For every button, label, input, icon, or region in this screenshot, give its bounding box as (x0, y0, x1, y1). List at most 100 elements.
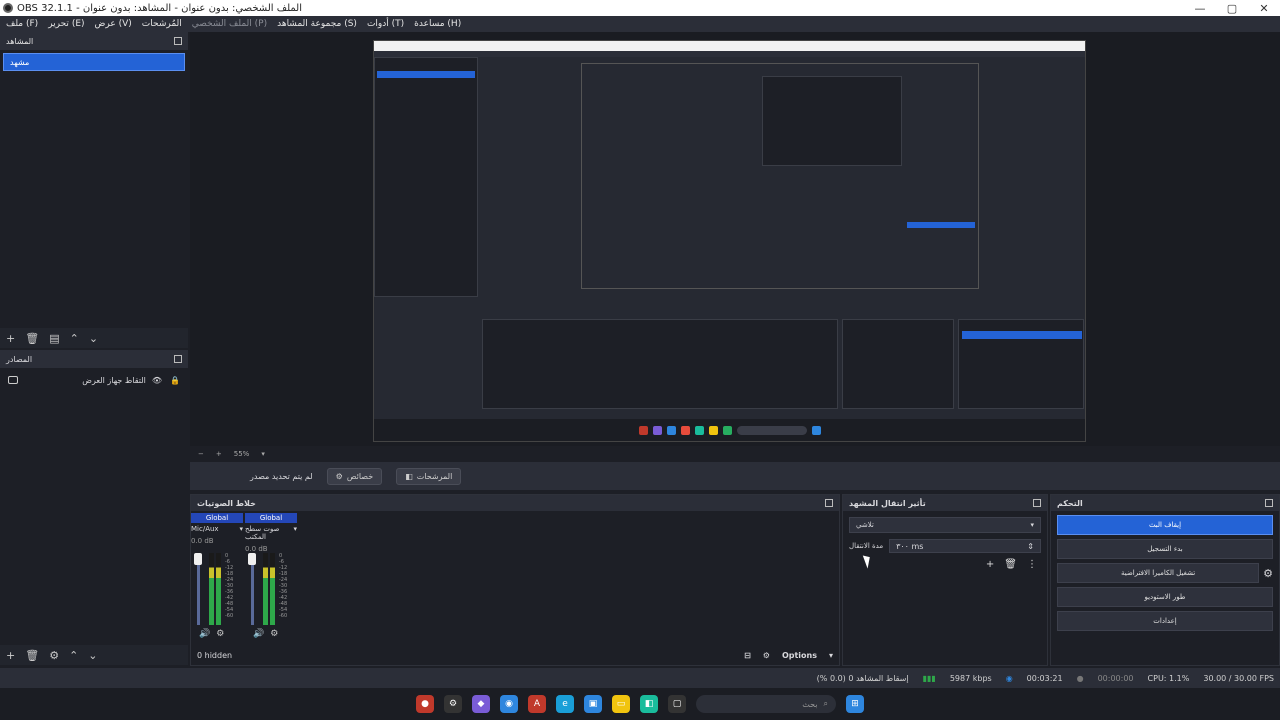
volume-fader[interactable] (251, 555, 254, 625)
menu-bar: ملف (F) تحرير (E) عرض (V) المُرشحات المل… (0, 16, 1280, 32)
channel-settings-icon[interactable]: ⚙ (270, 629, 278, 639)
scene-filters-icon[interactable]: ▤ (49, 332, 59, 345)
layout-icon[interactable]: ⊟ (744, 651, 751, 660)
nested-stop-button (962, 331, 1082, 339)
zoom-level[interactable]: 55% (234, 450, 250, 458)
scale-tick: -60 (225, 613, 234, 619)
lock-icon[interactable]: 🔒 (170, 376, 180, 385)
speaker-icon[interactable]: 🔊 (253, 629, 264, 639)
zoom-in-icon[interactable]: + (216, 450, 222, 458)
file-explorer-icon[interactable]: ▭ (612, 695, 630, 713)
maximize-button[interactable]: ▢ (1216, 2, 1248, 15)
taskbar-search[interactable]: بحث ⌕ (696, 695, 836, 713)
store-icon[interactable]: ▣ (584, 695, 602, 713)
stop-streaming-button[interactable]: إيقاف البث (1057, 515, 1273, 535)
dock-float-icon[interactable] (1033, 499, 1041, 507)
zoom-out-icon[interactable]: − (198, 450, 204, 458)
chevron-down-icon[interactable]: ▾ (293, 525, 297, 541)
options-button[interactable]: Options (782, 651, 817, 660)
dock-float-icon[interactable] (174, 37, 182, 45)
transition-select[interactable]: تلاشي ▾ (849, 517, 1041, 533)
add-transition-icon[interactable]: + (986, 559, 994, 570)
acrobat-icon[interactable]: A (528, 695, 546, 713)
dock-float-icon[interactable] (825, 499, 833, 507)
channel-settings-icon[interactable]: ⚙ (216, 629, 224, 639)
search-icon: ⌕ (823, 699, 828, 708)
discord-icon[interactable]: ◆ (472, 695, 490, 713)
preview-canvas[interactable] (373, 40, 1086, 442)
menu-help[interactable]: مساعدة (H) (414, 19, 461, 29)
speaker-icon[interactable]: 🔊 (199, 629, 210, 639)
move-up-icon[interactable]: ⌃ (70, 332, 79, 345)
virtualcam-row: تشغيل الكاميرا الافتراضية ⚙ (1057, 563, 1273, 583)
window-titlebar: OBS 32.1.1 - الملف الشخصي: بدون عنوان - … (0, 0, 1280, 16)
chat-app-icon[interactable]: ◧ (640, 695, 658, 713)
move-down-icon[interactable]: ⌄ (89, 332, 98, 345)
menu-view[interactable]: عرض (V) (95, 19, 132, 29)
chevron-down-icon[interactable]: ▾ (239, 525, 243, 533)
nested-preview (581, 63, 979, 289)
duration-input[interactable]: ٣٠٠ ms ⇕ (889, 539, 1041, 553)
edge-icon[interactable]: ◉ (500, 695, 518, 713)
controls-dock: التحكم إيقاف البث بدء التسجيل تشغيل الكا… (1050, 494, 1280, 666)
remove-source-icon[interactable]: 🗑 (25, 649, 39, 662)
add-source-icon[interactable]: + (6, 649, 15, 662)
source-item[interactable]: التقاط جهاز العرض 👁 🔒 (0, 372, 188, 388)
menu-scene-collection[interactable]: مجموعة المشاهد (S) (277, 19, 357, 29)
channel-tag: Global (245, 513, 297, 523)
source-name: التقاط جهاز العرض (82, 375, 146, 385)
duration-value: ٣٠٠ ms (896, 542, 924, 551)
add-scene-icon[interactable]: + (6, 332, 15, 345)
remove-scene-icon[interactable]: 🗑 (25, 332, 39, 345)
mixer-footer: 0 hidden ⊟ ⚙ Options ▾ (191, 645, 839, 665)
chevron-down-icon: ▾ (1030, 521, 1034, 529)
menu-edit[interactable]: تحرير (E) (48, 19, 84, 29)
channel-name-row: Mic/Aux ▾ (191, 525, 243, 533)
window-title: OBS 32.1.1 - الملف الشخصي: بدون عنوان - … (17, 2, 302, 14)
menu-tools[interactable]: أدوات (T) (367, 19, 404, 29)
signal-icon: ▮▮▮ (922, 673, 936, 683)
settings-button[interactable]: إعدادات (1057, 611, 1273, 631)
volume-fader[interactable] (197, 555, 200, 625)
gear-icon: ⚙ (335, 471, 343, 481)
filter-icon: ◧ (405, 471, 413, 481)
remove-transition-icon[interactable]: 🗑 (1004, 559, 1017, 570)
channel-name-row: صوت سطح المكتب ▾ (245, 525, 297, 541)
filters-button[interactable]: ◧ المرشحات (396, 467, 462, 485)
fader-knob[interactable] (194, 553, 202, 565)
studio-mode-button[interactable]: طور الاستوديو (1057, 587, 1273, 607)
mixer-header: خلاط الصوتيات (191, 495, 839, 511)
menu-profile[interactable]: الملف الشخصي (P) (192, 19, 267, 29)
browser-icon[interactable]: e (556, 695, 574, 713)
obs-app-icon[interactable]: ● (416, 695, 434, 713)
start-virtualcam-button[interactable]: تشغيل الكاميرا الافتراضية (1057, 563, 1260, 583)
move-down-icon[interactable]: ⌄ (88, 649, 97, 662)
properties-button[interactable]: ⚙ خصائص (326, 467, 383, 485)
chevron-down-icon[interactable]: ▾ (829, 651, 833, 660)
minimize-button[interactable]: — (1184, 2, 1216, 15)
dock-float-icon[interactable] (1265, 499, 1273, 507)
move-up-icon[interactable]: ⌃ (69, 649, 78, 662)
zoom-dropdown-icon[interactable]: ▾ (261, 450, 265, 458)
mixer-channel: Global صوت سطح المكتب ▾ 0.0 dB 0 -6 -12 … (245, 513, 297, 643)
gear-icon[interactable]: ⚙ (1263, 567, 1273, 580)
visibility-eye-icon[interactable]: 👁 (152, 376, 162, 385)
advanced-audio-icon[interactable]: ⚙ (763, 651, 770, 660)
source-properties-icon[interactable]: ⚙ (49, 649, 59, 662)
more-options-icon[interactable]: ⋮ (1027, 559, 1037, 570)
menu-file[interactable]: ملف (F) (6, 19, 38, 29)
close-button[interactable]: ✕ (1248, 2, 1280, 15)
scene-item[interactable]: مشهد (3, 53, 185, 71)
spin-arrows-icon[interactable]: ⇕ (1027, 542, 1034, 551)
hidden-count[interactable]: 0 hidden (197, 651, 232, 660)
dock-float-icon[interactable] (174, 355, 182, 363)
fader-knob[interactable] (248, 553, 256, 565)
menu-filters[interactable]: المُرشحات (142, 19, 182, 29)
taskview-icon[interactable]: ▢ (668, 695, 686, 713)
windows-start-icon[interactable]: ⊞ (846, 695, 864, 713)
nested-mixer (482, 319, 838, 409)
start-recording-button[interactable]: بدء التسجيل (1057, 539, 1273, 559)
settings-app-icon[interactable]: ⚙ (444, 695, 462, 713)
level-meter (270, 553, 275, 625)
nested-app-icon (652, 425, 662, 435)
